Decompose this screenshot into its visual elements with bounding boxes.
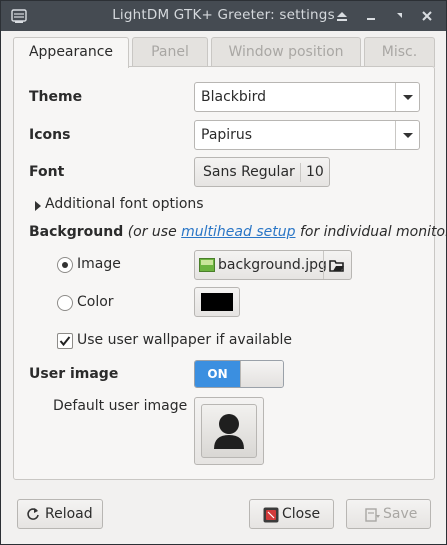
color-swatch: [201, 293, 233, 311]
close-icon[interactable]: [419, 8, 435, 24]
close-button[interactable]: Close: [249, 499, 334, 529]
background-file-button[interactable]: background.jpg: [194, 250, 352, 280]
tab-bar: Appearance Panel Window position Misc.: [13, 37, 435, 68]
background-label: Background: [29, 224, 124, 240]
background-file-name: background.jpg: [218, 257, 327, 273]
maximize-icon[interactable]: [391, 8, 407, 24]
shade-icon[interactable]: [334, 8, 350, 24]
font-label: Font: [29, 164, 65, 180]
theme-value: Blackbird: [201, 89, 267, 105]
open-folder-icon: [329, 257, 345, 277]
image-radio[interactable]: [57, 257, 73, 273]
chevron-down-icon[interactable]: [395, 83, 419, 111]
font-separator: [300, 163, 301, 182]
icons-combo[interactable]: Papirus: [194, 120, 420, 150]
window-title: LightDM GTK+ Greeter: settings: [112, 7, 335, 23]
save-icon: [365, 507, 381, 527]
default-user-image-label: Default user image: [53, 398, 188, 414]
save-button[interactable]: Save: [346, 499, 431, 529]
icons-value: Papirus: [201, 127, 253, 143]
additional-font-options-label: Additional font options: [45, 196, 204, 212]
minimize-icon[interactable]: [363, 8, 379, 24]
appearance-panel: Theme Blackbird Icons Papirus Font Sans …: [13, 66, 447, 480]
font-button[interactable]: Sans Regular 10: [194, 157, 330, 187]
font-name: Sans Regular: [203, 164, 295, 180]
close-label: Close: [282, 506, 321, 522]
background-hint-after: for individual monitors): [295, 224, 447, 240]
use-user-wallpaper-label: Use user wallpaper if available: [77, 332, 293, 348]
theme-label: Theme: [29, 89, 83, 105]
tab-misc[interactable]: Misc.: [364, 37, 435, 67]
title-bar[interactable]: LightDM GTK+ Greeter: settings: [1, 1, 446, 31]
checkmark-icon: [59, 336, 71, 347]
default-user-image-button[interactable]: [194, 397, 264, 465]
settings-window: LightDM GTK+ Greeter: settings Appearanc…: [0, 0, 447, 545]
color-radio[interactable]: [57, 295, 73, 311]
reload-button[interactable]: Reload: [17, 499, 103, 529]
reload-icon: [26, 507, 40, 525]
tab-appearance[interactable]: Appearance: [13, 37, 129, 68]
multihead-setup-link[interactable]: multihead setup: [181, 224, 295, 240]
background-row: Background (or use multihead setup for i…: [29, 224, 447, 240]
image-radio-label: Image: [77, 256, 121, 272]
switch-knob: [240, 361, 283, 387]
tab-window-position[interactable]: Window position: [211, 37, 361, 67]
user-image-switch[interactable]: ON: [194, 360, 284, 388]
color-button[interactable]: [194, 287, 240, 317]
theme-combo[interactable]: Blackbird: [194, 82, 420, 112]
font-size: 10: [306, 164, 324, 180]
image-file-icon: [199, 258, 215, 276]
icons-label: Icons: [29, 127, 71, 143]
save-label: Save: [383, 506, 418, 522]
color-radio-label: Color: [77, 294, 114, 310]
reload-label: Reload: [45, 506, 93, 522]
use-user-wallpaper-checkbox[interactable]: [57, 333, 73, 349]
background-hint-before: (or use: [127, 224, 182, 240]
chevron-down-icon[interactable]: [395, 121, 419, 149]
triangle-right-icon: [34, 199, 42, 215]
switch-on-label: ON: [195, 361, 240, 387]
close-window-icon: [263, 507, 279, 527]
user-avatar-icon: [201, 404, 257, 458]
user-image-label: User image: [29, 366, 119, 382]
file-button-separator: [323, 251, 324, 279]
tab-panel[interactable]: Panel: [132, 37, 208, 67]
